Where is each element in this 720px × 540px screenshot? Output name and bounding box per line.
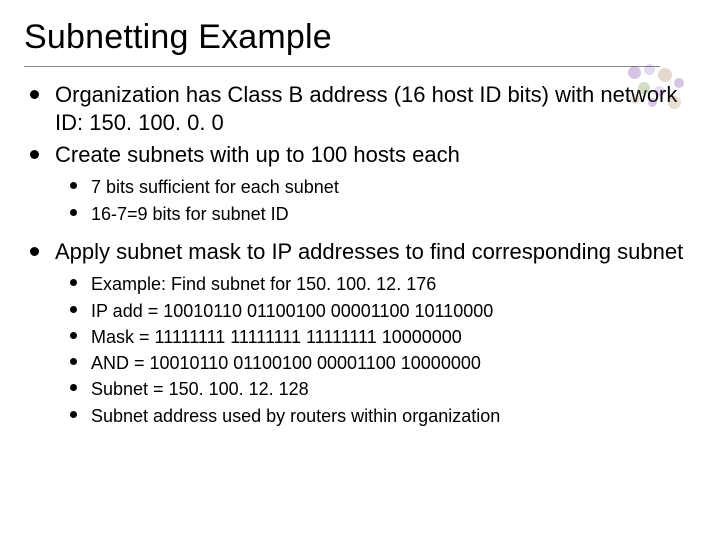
disc-bullet-icon xyxy=(70,182,77,189)
list-item: Create subnets with up to 100 hosts each xyxy=(24,141,696,169)
title-underline xyxy=(24,66,660,67)
disc-bullet-icon xyxy=(70,411,77,418)
list-item-text: Create subnets with up to 100 hosts each xyxy=(55,141,696,169)
list-item-text: Subnet = 150. 100. 12. 128 xyxy=(91,377,696,401)
slide-title: Subnetting Example xyxy=(24,18,696,57)
list-item: Mask = 11111111 11111111 11111111 100000… xyxy=(24,325,696,349)
list-item-text: 7 bits sufficient for each subnet xyxy=(91,175,696,199)
disc-bullet-icon xyxy=(70,279,77,286)
decorative-dots-icon xyxy=(624,64,688,112)
disc-bullet-icon xyxy=(70,306,77,313)
list-item: Apply subnet mask to IP addresses to fin… xyxy=(24,238,696,266)
list-item-text: Example: Find subnet for 150. 100. 12. 1… xyxy=(91,272,696,296)
disc-bullet-icon xyxy=(70,358,77,365)
bullet-list: Organization has Class B address (16 hos… xyxy=(24,81,696,169)
list-item-text: 16-7=9 bits for subnet ID xyxy=(91,202,696,226)
bullet-list: Apply subnet mask to IP addresses to fin… xyxy=(24,238,696,266)
slide: Subnetting Example Organization has Clas… xyxy=(0,0,720,540)
list-item-text: Subnet address used by routers within or… xyxy=(91,404,696,428)
disc-bullet-icon xyxy=(70,209,77,216)
list-item: 16-7=9 bits for subnet ID xyxy=(24,202,696,226)
list-item-text: Mask = 11111111 11111111 11111111 100000… xyxy=(91,325,696,349)
list-item-text: AND = 10010110 01100100 00001100 1000000… xyxy=(91,351,696,375)
list-item: 7 bits sufficient for each subnet xyxy=(24,175,696,199)
sub-bullet-list: Example: Find subnet for 150. 100. 12. 1… xyxy=(24,272,696,428)
disc-bullet-icon xyxy=(70,384,77,391)
disc-bullet-icon xyxy=(30,90,39,99)
disc-bullet-icon xyxy=(30,247,39,256)
list-item-text: IP add = 10010110 01100100 00001100 1011… xyxy=(91,299,696,323)
list-item: Organization has Class B address (16 hos… xyxy=(24,81,696,137)
disc-bullet-icon xyxy=(70,332,77,339)
list-item: IP add = 10010110 01100100 00001100 1011… xyxy=(24,299,696,323)
list-item: Subnet address used by routers within or… xyxy=(24,404,696,428)
list-item: AND = 10010110 01100100 00001100 1000000… xyxy=(24,351,696,375)
list-item-text: Organization has Class B address (16 hos… xyxy=(55,81,696,137)
sub-bullet-list: 7 bits sufficient for each subnet 16-7=9… xyxy=(24,175,696,226)
list-item-text: Apply subnet mask to IP addresses to fin… xyxy=(55,238,696,266)
list-item: Subnet = 150. 100. 12. 128 xyxy=(24,377,696,401)
disc-bullet-icon xyxy=(30,150,39,159)
list-item: Example: Find subnet for 150. 100. 12. 1… xyxy=(24,272,696,296)
